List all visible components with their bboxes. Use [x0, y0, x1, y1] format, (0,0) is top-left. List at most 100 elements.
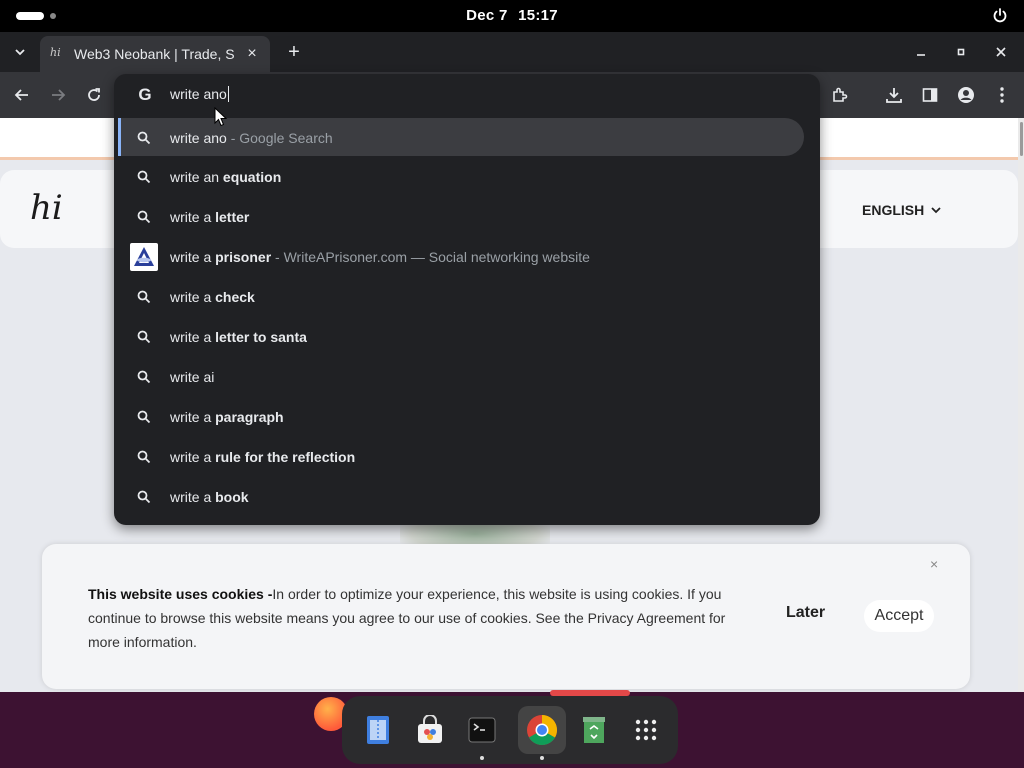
- suggestion-text: write ai: [170, 369, 214, 385]
- tab-web3-neobank[interactable]: hi Web3 Neobank | Trade, S ×: [40, 36, 270, 72]
- page-scrollbar[interactable]: [1018, 118, 1024, 692]
- omnibox-text: write ano: [170, 86, 227, 102]
- suggestion-completion: letter to santa: [215, 329, 307, 345]
- cookie-accept-button[interactable]: Accept: [864, 600, 934, 632]
- tab-favicon-icon: hi: [50, 46, 61, 59]
- suggestion-text: write a book: [170, 489, 249, 505]
- dock-chrome[interactable]: [518, 706, 566, 754]
- dock-terminal[interactable]: [458, 706, 506, 754]
- clock[interactable]: Dec 7 15:17: [0, 7, 1024, 24]
- dock-trash[interactable]: [570, 706, 618, 754]
- puzzle-icon: [833, 87, 848, 102]
- suggestion-text: write a rule for the reflection: [170, 449, 355, 465]
- google-icon: G: [138, 85, 152, 104]
- software-store-icon: [418, 715, 442, 743]
- cookie-banner: × This website uses cookies -In order to…: [42, 544, 970, 689]
- chrome-running-indicator: [540, 756, 544, 760]
- profile-icon: [958, 87, 974, 103]
- omnibox-dropdown: G write ano write ano - Google Search wri…: [114, 74, 820, 525]
- minimize-button[interactable]: [909, 40, 933, 64]
- dock-software-store[interactable]: [406, 706, 454, 754]
- suggestion-prefix: write a: [170, 209, 216, 225]
- close-icon[interactable]: ×: [930, 556, 946, 572]
- dock: [342, 696, 678, 764]
- language-label: ENGLISH: [862, 202, 925, 218]
- suggestion-completion: paragraph: [215, 409, 284, 425]
- terminal-running-indicator: [480, 756, 484, 760]
- cookie-message: This website uses cookies -In order to o…: [88, 582, 738, 654]
- suggestion-prefix: write a: [170, 329, 216, 345]
- suggestion-completion: letter: [215, 209, 250, 225]
- suggestion-text: write a paragraph: [170, 409, 284, 425]
- search-icon: [137, 210, 151, 224]
- reload-button[interactable]: [82, 83, 106, 107]
- back-button[interactable]: [10, 83, 34, 107]
- download-icon: [886, 88, 902, 103]
- search-icon: [137, 290, 151, 304]
- profile-button[interactable]: [954, 83, 978, 107]
- suggestion-prefix: write a: [170, 249, 216, 265]
- suggestion-item[interactable]: write a book: [114, 477, 820, 517]
- arrow-left-icon: [14, 89, 28, 101]
- suggestion-item[interactable]: write a rule for the reflection: [114, 437, 820, 477]
- suggestion-prefix: write a: [170, 289, 216, 305]
- suggestion-item[interactable]: write a letter to santa: [114, 317, 820, 357]
- omnibox-input[interactable]: write ano: [170, 86, 229, 102]
- close-icon: [996, 47, 1006, 57]
- suggestion-text: write ano - Google Search: [170, 130, 333, 146]
- search-icon: [137, 170, 151, 184]
- suggestion-item[interactable]: write a check: [114, 277, 820, 317]
- extensions-button[interactable]: [828, 83, 852, 107]
- search-icon: [137, 450, 151, 464]
- more-vert-icon: [1000, 87, 1004, 103]
- suggestion-item[interactable]: write ai: [114, 357, 820, 397]
- terminal-icon: [468, 717, 496, 743]
- side-panel-icon: [922, 88, 938, 102]
- side-panel-button[interactable]: [918, 83, 942, 107]
- suggestion-completion: check: [215, 289, 255, 305]
- suggestion-text: write a prisoner - WriteAPrisoner.com — …: [170, 249, 590, 265]
- site-logo[interactable]: hi: [30, 188, 63, 228]
- suggestion-prefix: write an: [170, 169, 223, 185]
- tab-title: Web3 Neobank | Trade, S: [74, 46, 235, 62]
- trash-icon: [583, 717, 605, 743]
- suggestion-prefix: write a: [170, 489, 216, 505]
- tab-search-button[interactable]: [8, 40, 32, 64]
- menu-button[interactable]: [990, 83, 1014, 107]
- forward-button[interactable]: [46, 83, 70, 107]
- language-selector[interactable]: ENGLISH: [862, 202, 942, 218]
- dock-app-grid[interactable]: [622, 706, 670, 754]
- writeaprisoner-favicon-icon: [130, 243, 158, 271]
- close-icon[interactable]: ×: [244, 46, 260, 62]
- suggestion-completion: equation: [222, 169, 282, 185]
- reload-icon: [88, 88, 100, 101]
- suggestion-item[interactable]: write a paragraph: [114, 397, 820, 437]
- suggestion-text: write a letter to santa: [170, 329, 307, 345]
- text-editor-icon: [367, 716, 389, 744]
- new-tab-button[interactable]: +: [282, 40, 306, 64]
- search-icon: [137, 370, 151, 384]
- suggestion-prefix: write ano: [170, 130, 227, 146]
- suggestion-item[interactable]: write an equation: [114, 157, 820, 197]
- text-caret: [227, 86, 229, 102]
- chevron-down-icon: [15, 49, 25, 56]
- downloads-button[interactable]: [882, 83, 906, 107]
- suggestion-item[interactable]: write a letter: [114, 197, 820, 237]
- suggestion-prefix: write a: [170, 409, 216, 425]
- maximize-icon: [957, 48, 965, 56]
- suggestion-subtitle: - Google Search: [226, 130, 333, 146]
- scrollbar-thumb[interactable]: [1020, 122, 1023, 156]
- clock-date: Dec 7: [466, 7, 508, 24]
- dock-text-editor[interactable]: [354, 706, 402, 754]
- suggestion-text: write a letter: [170, 209, 249, 225]
- close-window-button[interactable]: [989, 40, 1013, 64]
- search-icon: [137, 131, 151, 145]
- cookie-later-button[interactable]: Later: [786, 604, 825, 622]
- suggestion-item[interactable]: write a prisoner - WriteAPrisoner.com — …: [114, 237, 820, 277]
- chrome-icon: [527, 715, 558, 746]
- suggestion-completion: prisoner: [215, 249, 272, 265]
- mouse-cursor-icon: [214, 107, 228, 127]
- chevron-down-icon: [931, 207, 941, 214]
- power-icon[interactable]: [992, 8, 1008, 24]
- maximize-button[interactable]: [949, 40, 973, 64]
